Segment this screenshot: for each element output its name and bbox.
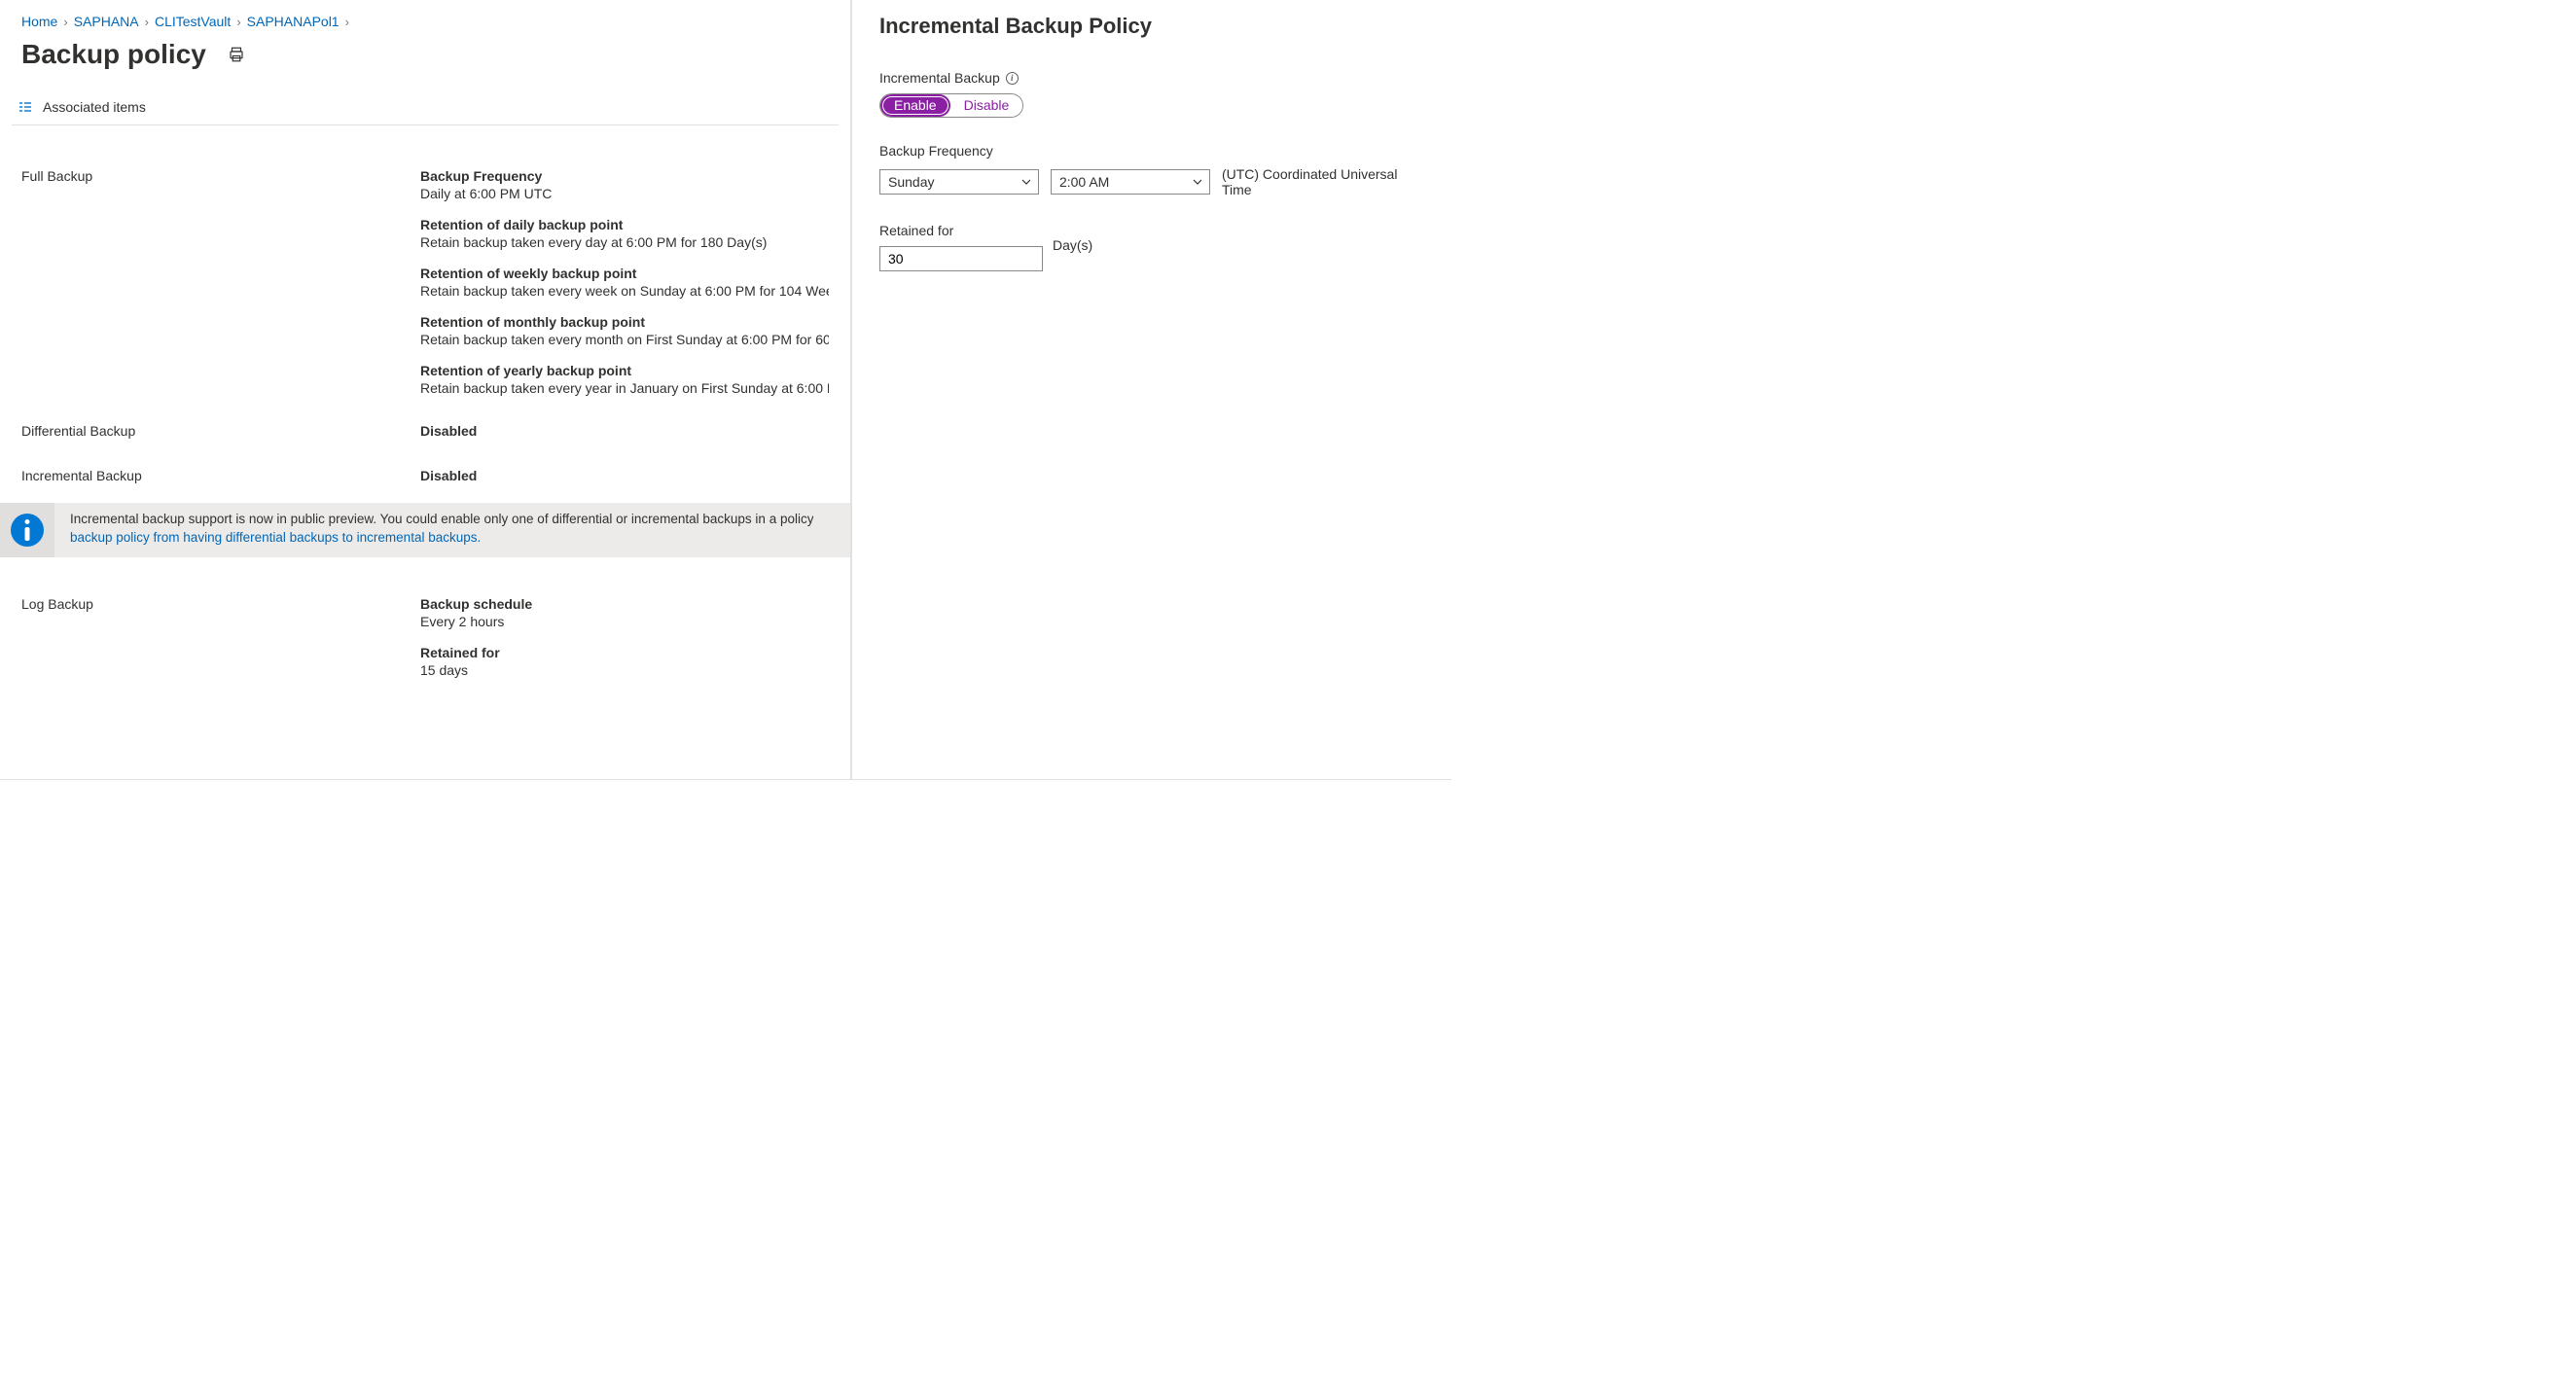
chevron-right-icon: › bbox=[236, 15, 240, 29]
day-select-value: Sunday bbox=[888, 174, 934, 190]
full-backup-label: Full Backup bbox=[21, 168, 420, 184]
weekly-retention-val: Retain backup taken every week on Sunday… bbox=[420, 283, 829, 299]
day-select[interactable]: Sunday bbox=[879, 169, 1039, 195]
full-backup-section: Full Backup Backup Frequency Daily at 6:… bbox=[21, 168, 829, 396]
weekly-retention-key: Retention of weekly backup point bbox=[420, 266, 829, 281]
chevron-right-icon: › bbox=[145, 15, 149, 29]
yearly-retention-key: Retention of yearly backup point bbox=[420, 363, 829, 378]
backup-frequency-label: Backup Frequency bbox=[879, 143, 1424, 159]
incremental-backup-field-text: Incremental Backup bbox=[879, 70, 1000, 86]
log-retain-key: Retained for bbox=[420, 645, 829, 660]
monthly-retention-key: Retention of monthly backup point bbox=[420, 314, 829, 330]
retained-for-unit: Day(s) bbox=[1053, 237, 1092, 253]
log-backup-label: Log Backup bbox=[21, 596, 420, 612]
log-backup-section: Log Backup Backup schedule Every 2 hours… bbox=[21, 596, 829, 678]
info-icon-box bbox=[0, 503, 54, 557]
chevron-down-icon bbox=[1020, 176, 1032, 188]
info-link[interactable]: backup policy from having differential b… bbox=[70, 530, 481, 545]
retained-for-input[interactable] bbox=[879, 246, 1043, 271]
differential-backup-label: Differential Backup bbox=[21, 423, 420, 439]
breadcrumb-saphanapol1[interactable]: SAPHANAPol1 bbox=[247, 14, 340, 29]
associated-items-bar[interactable]: Associated items bbox=[12, 91, 839, 125]
backup-frequency-row: Sunday 2:00 AM (UTC) Coordinated Univers… bbox=[879, 166, 1424, 197]
main-pane: Home › SAPHANA › CLITestVault › SAPHANAP… bbox=[0, 0, 851, 780]
chevron-down-icon bbox=[1192, 176, 1203, 188]
breadcrumb-clitestvault[interactable]: CLITestVault bbox=[155, 14, 231, 29]
differential-backup-section: Differential Backup Disabled bbox=[21, 423, 829, 441]
page-title-row: Backup policy bbox=[21, 39, 829, 70]
monthly-retention-val: Retain backup taken every month on First… bbox=[420, 332, 829, 347]
info-line1: Incremental backup support is now in pub… bbox=[70, 512, 813, 526]
log-retain-val: 15 days bbox=[420, 662, 829, 678]
incremental-backup-section: Incremental Backup Disabled bbox=[21, 468, 829, 485]
associated-items-label: Associated items bbox=[43, 99, 146, 115]
info-banner: Incremental backup support is now in pub… bbox=[0, 503, 850, 557]
associated-items-icon bbox=[18, 99, 33, 115]
yearly-retention-val: Retain backup taken every year in Januar… bbox=[420, 380, 829, 396]
time-select[interactable]: 2:00 AM bbox=[1051, 169, 1210, 195]
timezone-text: (UTC) Coordinated Universal Time bbox=[1222, 166, 1424, 197]
info-icon bbox=[11, 514, 44, 547]
info-tooltip-icon[interactable] bbox=[1006, 72, 1019, 85]
retained-for-label: Retained for bbox=[879, 223, 1424, 238]
incremental-backup-status: Disabled bbox=[420, 468, 829, 483]
panel-title: Incremental Backup Policy bbox=[879, 14, 1424, 39]
breadcrumb-saphana[interactable]: SAPHANA bbox=[74, 14, 139, 29]
enable-button[interactable]: Enable bbox=[880, 94, 950, 117]
breadcrumb-home[interactable]: Home bbox=[21, 14, 57, 29]
chevron-right-icon: › bbox=[63, 15, 67, 29]
page-title: Backup policy bbox=[21, 39, 206, 70]
enable-disable-toggle: Enable Disable bbox=[879, 93, 1023, 118]
incremental-backup-field-label: Incremental Backup bbox=[879, 70, 1424, 86]
full-backup-body: Backup Frequency Daily at 6:00 PM UTC Re… bbox=[420, 168, 829, 396]
full-backup-freq-val: Daily at 6:00 PM UTC bbox=[420, 186, 829, 201]
chevron-right-icon: › bbox=[345, 15, 349, 29]
info-text: Incremental backup support is now in pub… bbox=[70, 503, 813, 555]
log-schedule-val: Every 2 hours bbox=[420, 614, 829, 629]
full-backup-freq-key: Backup Frequency bbox=[420, 168, 829, 184]
disable-button[interactable]: Disable bbox=[950, 94, 1023, 117]
incremental-backup-label: Incremental Backup bbox=[21, 468, 420, 483]
log-schedule-key: Backup schedule bbox=[420, 596, 829, 612]
daily-retention-key: Retention of daily backup point bbox=[420, 217, 829, 232]
side-panel: Incremental Backup Policy Incremental Ba… bbox=[851, 0, 1451, 780]
breadcrumb: Home › SAPHANA › CLITestVault › SAPHANAP… bbox=[21, 14, 829, 29]
retained-for-row: Day(s) bbox=[879, 246, 1424, 271]
time-select-value: 2:00 AM bbox=[1059, 174, 1109, 190]
daily-retention-val: Retain backup taken every day at 6:00 PM… bbox=[420, 234, 829, 250]
print-icon[interactable] bbox=[228, 46, 245, 63]
differential-backup-status: Disabled bbox=[420, 423, 829, 439]
